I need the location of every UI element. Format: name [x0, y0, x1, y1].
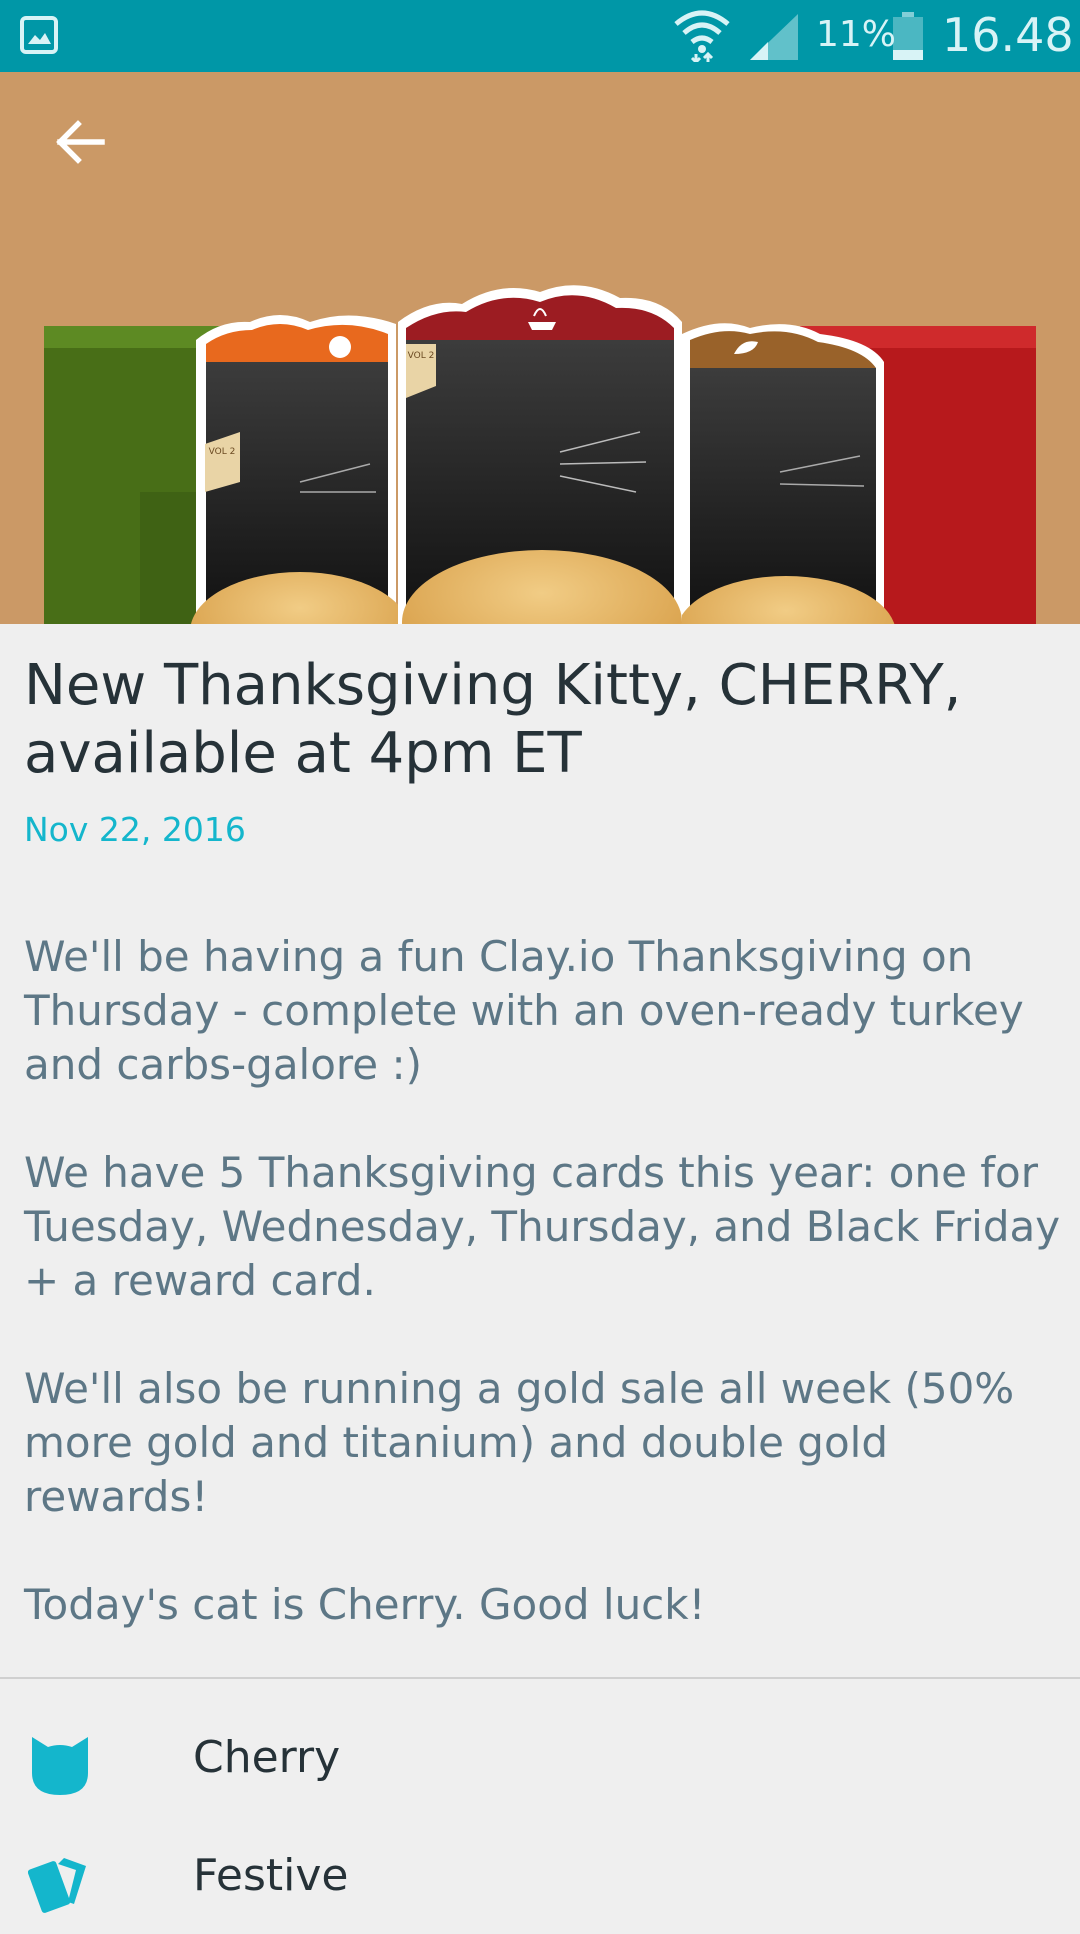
- clock: 16.48: [942, 8, 1074, 62]
- image-icon: [20, 16, 58, 54]
- card-badge-left: VOL 2: [209, 447, 236, 457]
- article-paragraph: We'll be having a fun Clay.io Thanksgivi…: [24, 932, 1024, 1089]
- card-badge-center: VOL 2: [408, 351, 435, 361]
- tag-label: Cherry: [193, 1732, 341, 1783]
- article-body: We'll be having a fun Clay.io Thanksgivi…: [24, 930, 1064, 1632]
- battery-percent: 11%: [816, 14, 897, 55]
- tag-label: Festive: [193, 1850, 349, 1901]
- cat-icon: [32, 1737, 88, 1795]
- wifi-icon: [674, 10, 730, 62]
- article-paragraph: We have 5 Thanksgiving cards this year: …: [24, 1148, 1061, 1305]
- signal-icon: [750, 14, 798, 60]
- tag-row-festive[interactable]: Festive: [0, 1824, 1080, 1934]
- article-paragraph: We'll also be running a gold sale all we…: [24, 1364, 1015, 1521]
- cards-icon: [28, 1858, 86, 1913]
- arrow-left-icon: [56, 120, 105, 164]
- divider: [0, 1677, 1080, 1679]
- tag-row-cherry[interactable]: Cherry: [0, 1706, 1080, 1816]
- article-title: New Thanksgiving Kitty, CHERRY, availabl…: [24, 653, 962, 786]
- battery-icon: [893, 12, 923, 60]
- back-button[interactable]: [54, 118, 114, 178]
- article-date: Nov 22, 2016: [24, 810, 246, 849]
- article-paragraph: Today's cat is Cherry. Good luck!: [24, 1580, 706, 1629]
- hero-illustration: VOL 2 VOL 2: [44, 285, 1036, 624]
- status-bar: 11% 16.48: [0, 0, 1080, 72]
- hero-banner: VOL 2 VOL 2: [0, 72, 1080, 624]
